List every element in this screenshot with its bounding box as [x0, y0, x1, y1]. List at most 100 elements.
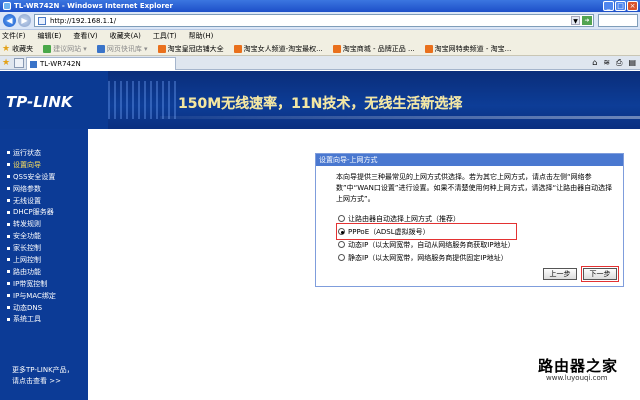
forward-button[interactable]: ▶ [18, 14, 31, 27]
sidebar-item[interactable]: 系统工具 [7, 313, 56, 325]
feeds-icon[interactable]: ≋ [603, 58, 610, 68]
page-content: TP-LINK 150M无线速率，11N技术，无线生活新选择 运行状态 设置向导 Q… [0, 71, 640, 400]
radio-button[interactable] [338, 241, 345, 248]
favorite-label: 网页快讯库 ▾ [106, 44, 148, 53]
bullet-icon [7, 175, 10, 179]
option-label: 静态IP（以太网宽带，网络服务商提供固定IP地址） [348, 253, 508, 262]
banner-swoosh [160, 116, 640, 119]
go-icon[interactable]: ➜ [582, 16, 592, 25]
favorite-item[interactable]: ★ 收藏夹 [2, 44, 33, 54]
sidebar-item-label: 无线设置 [13, 196, 41, 205]
prev-button[interactable]: 上一步 [543, 268, 577, 280]
menu-item[interactable]: 编辑(E) [38, 31, 62, 41]
banner: TP-LINK 150M无线速率，11N技术，无线生活新选择 [0, 71, 640, 129]
sidebar: 运行状态 设置向导 QSS安全设置 网络参数无线设置 DHCP服务器转发规则安全功能家长… [0, 129, 88, 400]
menu-item[interactable]: 查看(V) [73, 31, 97, 41]
sidebar-item[interactable]: 运行状态 [7, 147, 56, 159]
url-text: http://192.168.1.1/ [50, 16, 117, 25]
window-title-bar: TL-WR742N - Windows Internet Explorer _ … [0, 0, 640, 12]
radio-button[interactable] [338, 215, 345, 222]
bullet-icon [7, 294, 10, 298]
search-input[interactable] [598, 14, 638, 27]
favorite-item[interactable]: 建议网站 ▾ [43, 44, 87, 54]
address-toolbar: ◀ ▶ http://192.168.1.1/ ▼ ➜ [0, 12, 640, 30]
connection-option[interactable]: PPPoE（ADSL虚拟拨号） [336, 223, 517, 240]
menu-item[interactable]: 文件(F) [2, 31, 26, 41]
green-leaf-icon [43, 44, 52, 53]
print-icon[interactable]: ⎙ [616, 58, 622, 68]
watermark-url: www.luyouqi.com [546, 374, 608, 382]
sidebar-item-label: 设置向导 [13, 160, 41, 169]
sidebar-item-label: 转发规则 [13, 220, 41, 229]
sidebar-item-label: 家长控制 [13, 244, 41, 253]
bullet-icon [7, 199, 10, 202]
sidebar-item[interactable]: DHCP服务器 [7, 206, 56, 218]
tab-label: TL-WR742N [40, 60, 81, 68]
more-products-link[interactable]: 更多TP-LINK产品， 请点击查看 >> [12, 365, 74, 387]
bullet-icon [7, 151, 10, 155]
option-label: 让路由器自动选择上网方式（推荐） [348, 214, 460, 223]
sidebar-item[interactable]: 动态DNS [7, 302, 56, 314]
wizard-buttons: 上一步 下一步 [543, 266, 619, 282]
connection-option[interactable]: 动态IP（以太网宽带，自动从网络服务商获取IP地址） [338, 238, 515, 251]
sidebar-item[interactable]: 上网控制 [7, 254, 56, 266]
minimize-icon[interactable]: _ [603, 1, 614, 11]
sidebar-item-label: 上网控制 [13, 255, 41, 264]
bullet-icon [7, 163, 10, 167]
sidebar-item[interactable]: 安全功能 [7, 230, 56, 242]
page-menu-icon[interactable]: ▤ [628, 58, 636, 68]
banner-decoration [108, 81, 178, 119]
next-button[interactable]: 下一步 [581, 266, 619, 282]
sidebar-item-label: IP与MAC绑定 [13, 291, 56, 300]
menu-item[interactable]: 收藏夹(A) [110, 31, 141, 41]
address-dropdown-icon[interactable]: ▼ [571, 16, 580, 25]
sidebar-item[interactable]: 无线设置 [7, 195, 56, 207]
tp-link-logo: TP-LINK [6, 93, 73, 111]
connection-options: 让路由器自动选择上网方式（推荐） PPPoE（ADSL虚拟拨号） 动态IP（以太网宽… [336, 212, 517, 264]
close-icon[interactable]: × [627, 1, 638, 11]
feed-icon [96, 44, 105, 53]
connection-option[interactable]: 让路由器自动选择上网方式（推荐） [338, 212, 515, 225]
sidebar-item[interactable]: 网络参数 [7, 183, 56, 195]
radio-button[interactable] [338, 228, 345, 235]
wizard-panel: 设置向导-上网方式 本向导提供三种最常见的上网方式供选择。若为其它上网方式，请点… [315, 153, 624, 287]
sidebar-item[interactable]: IP带宽控制 [7, 278, 56, 290]
favorite-item[interactable]: 淘宝商城 - 品牌正品 ... [332, 44, 415, 54]
radio-button[interactable] [338, 254, 345, 261]
favorites-center-icon[interactable]: ★ [2, 58, 12, 68]
favorite-item[interactable]: 淘宝女人频道-淘宝最权... [233, 44, 323, 54]
command-bar: ⌂ ≋ ⎙ ▤ [592, 58, 636, 68]
sidebar-item[interactable]: 家长控制 [7, 242, 56, 254]
menu-item[interactable]: 工具(T) [153, 31, 177, 41]
more-products-line2: 请点击查看 >> [12, 377, 61, 385]
back-button[interactable]: ◀ [3, 14, 16, 27]
window-title: TL-WR742N - Windows Internet Explorer [14, 2, 173, 10]
maximize-icon[interactable]: □ [615, 1, 626, 11]
sidebar-item-label: 安全功能 [13, 232, 41, 241]
sidebar-item[interactable]: 转发规则 [7, 218, 56, 230]
connection-option[interactable]: 静态IP（以太网宽带，网络服务商提供固定IP地址） [338, 251, 515, 264]
sidebar-item[interactable]: 设置向导 [7, 159, 56, 171]
bullet-icon [7, 306, 10, 310]
sidebar-item[interactable]: IP与MAC绑定 [7, 290, 56, 302]
favorite-item[interactable]: 网页快讯库 ▾ [96, 44, 148, 54]
sidebar-item[interactable]: QSS安全设置 [7, 171, 56, 183]
address-input[interactable]: http://192.168.1.1/ ▼ ➜ [34, 14, 594, 27]
taobao-icon [332, 44, 341, 53]
sidebar-item-label: QSS安全设置 [13, 172, 56, 181]
tab-active[interactable]: TL-WR742N [26, 57, 176, 70]
favorite-item[interactable]: 淘宝皇冠店铺大全 [157, 44, 224, 54]
bullet-icon [7, 222, 10, 226]
sidebar-item[interactable]: 路由功能 [7, 266, 56, 278]
sidebar-item-label: 路由功能 [13, 267, 41, 276]
menu-item[interactable]: 帮助(H) [189, 31, 214, 41]
sidebar-item-label: 系统工具 [13, 315, 41, 324]
panel-title: 设置向导-上网方式 [316, 154, 623, 166]
favorite-item[interactable]: 淘宝网特卖频道 - 淘宝... [424, 44, 511, 54]
quick-tabs-icon[interactable] [14, 58, 24, 68]
favorite-label: 淘宝女人频道-淘宝最权... [243, 44, 323, 53]
home-icon[interactable]: ⌂ [592, 58, 597, 68]
sidebar-item-label: 网络参数 [13, 184, 41, 193]
taobao-icon [233, 44, 242, 53]
bullet-icon [7, 258, 10, 262]
